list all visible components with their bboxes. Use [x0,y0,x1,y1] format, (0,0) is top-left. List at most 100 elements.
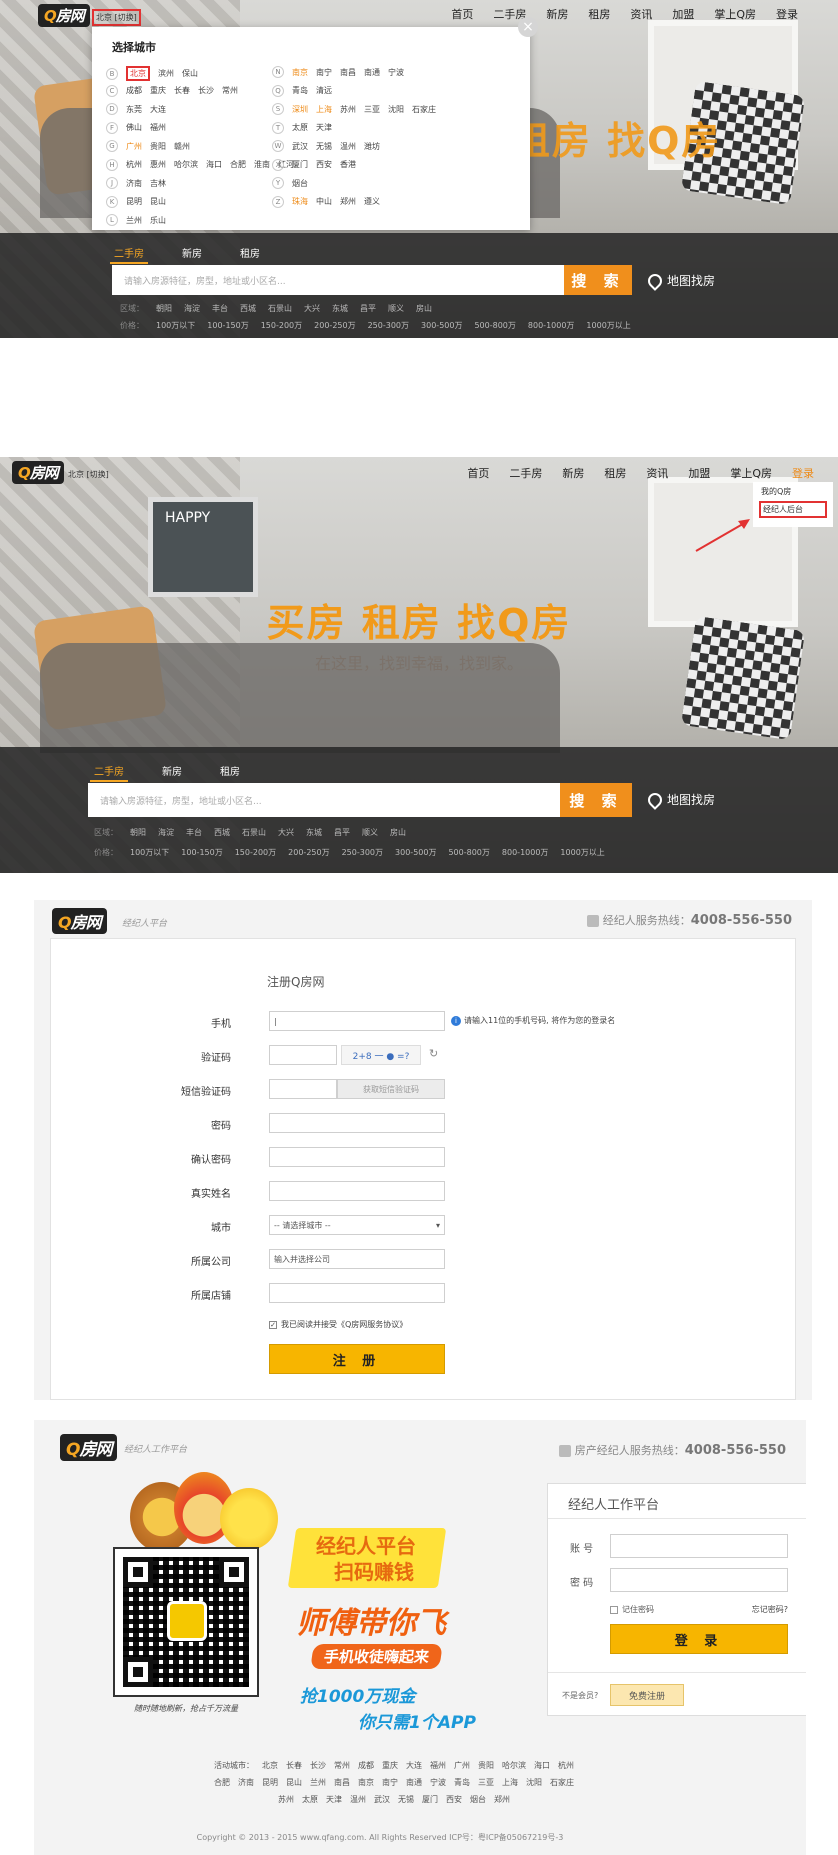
area-option[interactable]: 朝阳 [156,303,172,314]
nav-home[interactable]: 首页 [457,463,499,483]
active-city-link[interactable]: 石家庄 [550,1778,574,1787]
active-city-link[interactable]: 三亚 [478,1778,494,1787]
active-city-link[interactable]: 福州 [430,1761,446,1770]
nav-login[interactable]: 登录 [782,463,824,483]
tab-rent[interactable]: 租房 [236,243,264,264]
active-city-link[interactable]: 广州 [454,1761,470,1770]
city-option[interactable]: 北京 [126,66,150,81]
tab-secondhand[interactable]: 二手房 [90,761,128,782]
city-option[interactable]: 东莞 [126,104,142,115]
map-search-link[interactable]: 地图找房 [645,270,715,291]
price-option[interactable]: 250-300万 [342,847,383,858]
price-option[interactable]: 300-500万 [421,320,462,331]
active-city-link[interactable]: 无锡 [398,1795,414,1804]
nav-home[interactable]: 首页 [441,4,483,24]
active-city-link[interactable]: 烟台 [470,1795,486,1804]
price-option[interactable]: 200-250万 [314,320,355,331]
area-option[interactable]: 顺义 [388,303,404,314]
price-option[interactable]: 100万以下 [156,320,195,331]
city-option[interactable]: 厦门 [292,159,308,170]
nav-mobile[interactable]: 掌上Q房 [720,463,782,483]
city-option[interactable]: 佛山 [126,122,142,133]
active-city-link[interactable]: 厦门 [422,1795,438,1804]
active-city-link[interactable]: 济南 [238,1778,254,1787]
city-option[interactable]: 温州 [340,141,356,152]
city-option[interactable]: 成都 [126,85,142,96]
active-city-link[interactable]: 郑州 [494,1795,510,1804]
search-input[interactable]: 请输入房源特征，房型，地址或小区名... [88,783,560,817]
price-option[interactable]: 100万以下 [130,847,169,858]
search-input[interactable]: 请输入房源特征，房型，地址或小区名... [112,265,564,295]
city-option[interactable]: 哈尔滨 [174,159,198,170]
area-option[interactable]: 海淀 [158,827,174,838]
active-city-link[interactable]: 贵阳 [478,1761,494,1770]
agree-checkbox-row[interactable]: ✓ 我已阅读并接受《Q房网服务协议》 [269,1319,407,1330]
nav-new[interactable]: 新房 [552,463,594,483]
nav-rent[interactable]: 租房 [578,4,620,24]
active-city-link[interactable]: 合肥 [214,1778,230,1787]
site-logo[interactable]: Q房网 [12,461,64,484]
city-option[interactable]: 贵阳 [150,141,166,152]
area-option[interactable]: 大兴 [278,827,294,838]
active-city-link[interactable]: 西安 [446,1795,462,1804]
tab-new[interactable]: 新房 [178,243,206,264]
city-option[interactable]: 赣州 [174,141,190,152]
price-option[interactable]: 800-1000万 [502,847,549,858]
area-option[interactable]: 朝阳 [130,827,146,838]
store-input[interactable] [269,1283,445,1303]
city-option[interactable]: 上海 [316,104,332,115]
city-option[interactable]: 武汉 [292,141,308,152]
city-option[interactable]: 滨州 [158,68,174,79]
city-option[interactable]: 香港 [340,159,356,170]
price-option[interactable]: 150-200万 [235,847,276,858]
confirm-password-input[interactable] [269,1147,445,1167]
area-option[interactable]: 海淀 [184,303,200,314]
get-sms-button[interactable]: 获取短信验证码 [337,1079,445,1099]
city-option[interactable]: 杭州 [126,159,142,170]
real-name-input[interactable] [269,1181,445,1201]
menu-my-qfang[interactable]: 我的Q房 [753,482,833,501]
city-option[interactable]: 宁波 [388,67,404,78]
city-option[interactable]: 长沙 [198,85,214,96]
city-option[interactable]: 青岛 [292,85,308,96]
forgot-password-link[interactable]: 忘记密码? [752,1604,788,1615]
active-city-link[interactable]: 南宁 [382,1778,398,1787]
active-city-link[interactable]: 南京 [358,1778,374,1787]
price-option[interactable]: 100-150万 [207,320,248,331]
active-city-link[interactable]: 成都 [358,1761,374,1770]
active-city-link[interactable]: 哈尔滨 [502,1761,526,1770]
active-city-link[interactable]: 天津 [326,1795,342,1804]
nav-news[interactable]: 资讯 [620,4,662,24]
account-input[interactable] [610,1534,788,1558]
city-option[interactable]: 郑州 [340,196,356,207]
city-option[interactable]: 清远 [316,85,332,96]
nav-secondhand[interactable]: 二手房 [499,463,552,483]
city-option[interactable]: 天津 [316,122,332,133]
price-option[interactable]: 800-1000万 [528,320,575,331]
active-city-link[interactable]: 沈阳 [526,1778,542,1787]
active-city-link[interactable]: 温州 [350,1795,366,1804]
city-option[interactable]: 淮南 [254,159,270,170]
city-option[interactable]: 石家庄 [412,104,436,115]
city-option[interactable]: 珠海 [292,196,308,207]
price-option[interactable]: 300-500万 [395,847,436,858]
city-switch[interactable]: 北京 [切换] [68,469,109,480]
nav-rent[interactable]: 租房 [594,463,636,483]
city-option[interactable]: 太原 [292,122,308,133]
city-option[interactable]: 长春 [174,85,190,96]
active-city-link[interactable]: 南通 [406,1778,422,1787]
active-city-link[interactable]: 海口 [534,1761,550,1770]
city-select[interactable]: -- 请选择城市 -- ▾ [269,1215,445,1235]
active-city-link[interactable]: 重庆 [382,1761,398,1770]
city-option[interactable]: 烟台 [292,178,308,189]
nav-news[interactable]: 资讯 [636,463,678,483]
company-input[interactable]: 输入并选择公司 [269,1249,445,1269]
city-option[interactable]: 中山 [316,196,332,207]
nav-join[interactable]: 加盟 [678,463,720,483]
search-button[interactable]: 搜 索 [564,265,632,295]
active-city-link[interactable]: 武汉 [374,1795,390,1804]
city-option[interactable]: 沈阳 [388,104,404,115]
tab-new[interactable]: 新房 [158,761,186,782]
city-option[interactable]: 常州 [222,85,238,96]
site-logo[interactable]: Q房网 [60,1434,118,1461]
